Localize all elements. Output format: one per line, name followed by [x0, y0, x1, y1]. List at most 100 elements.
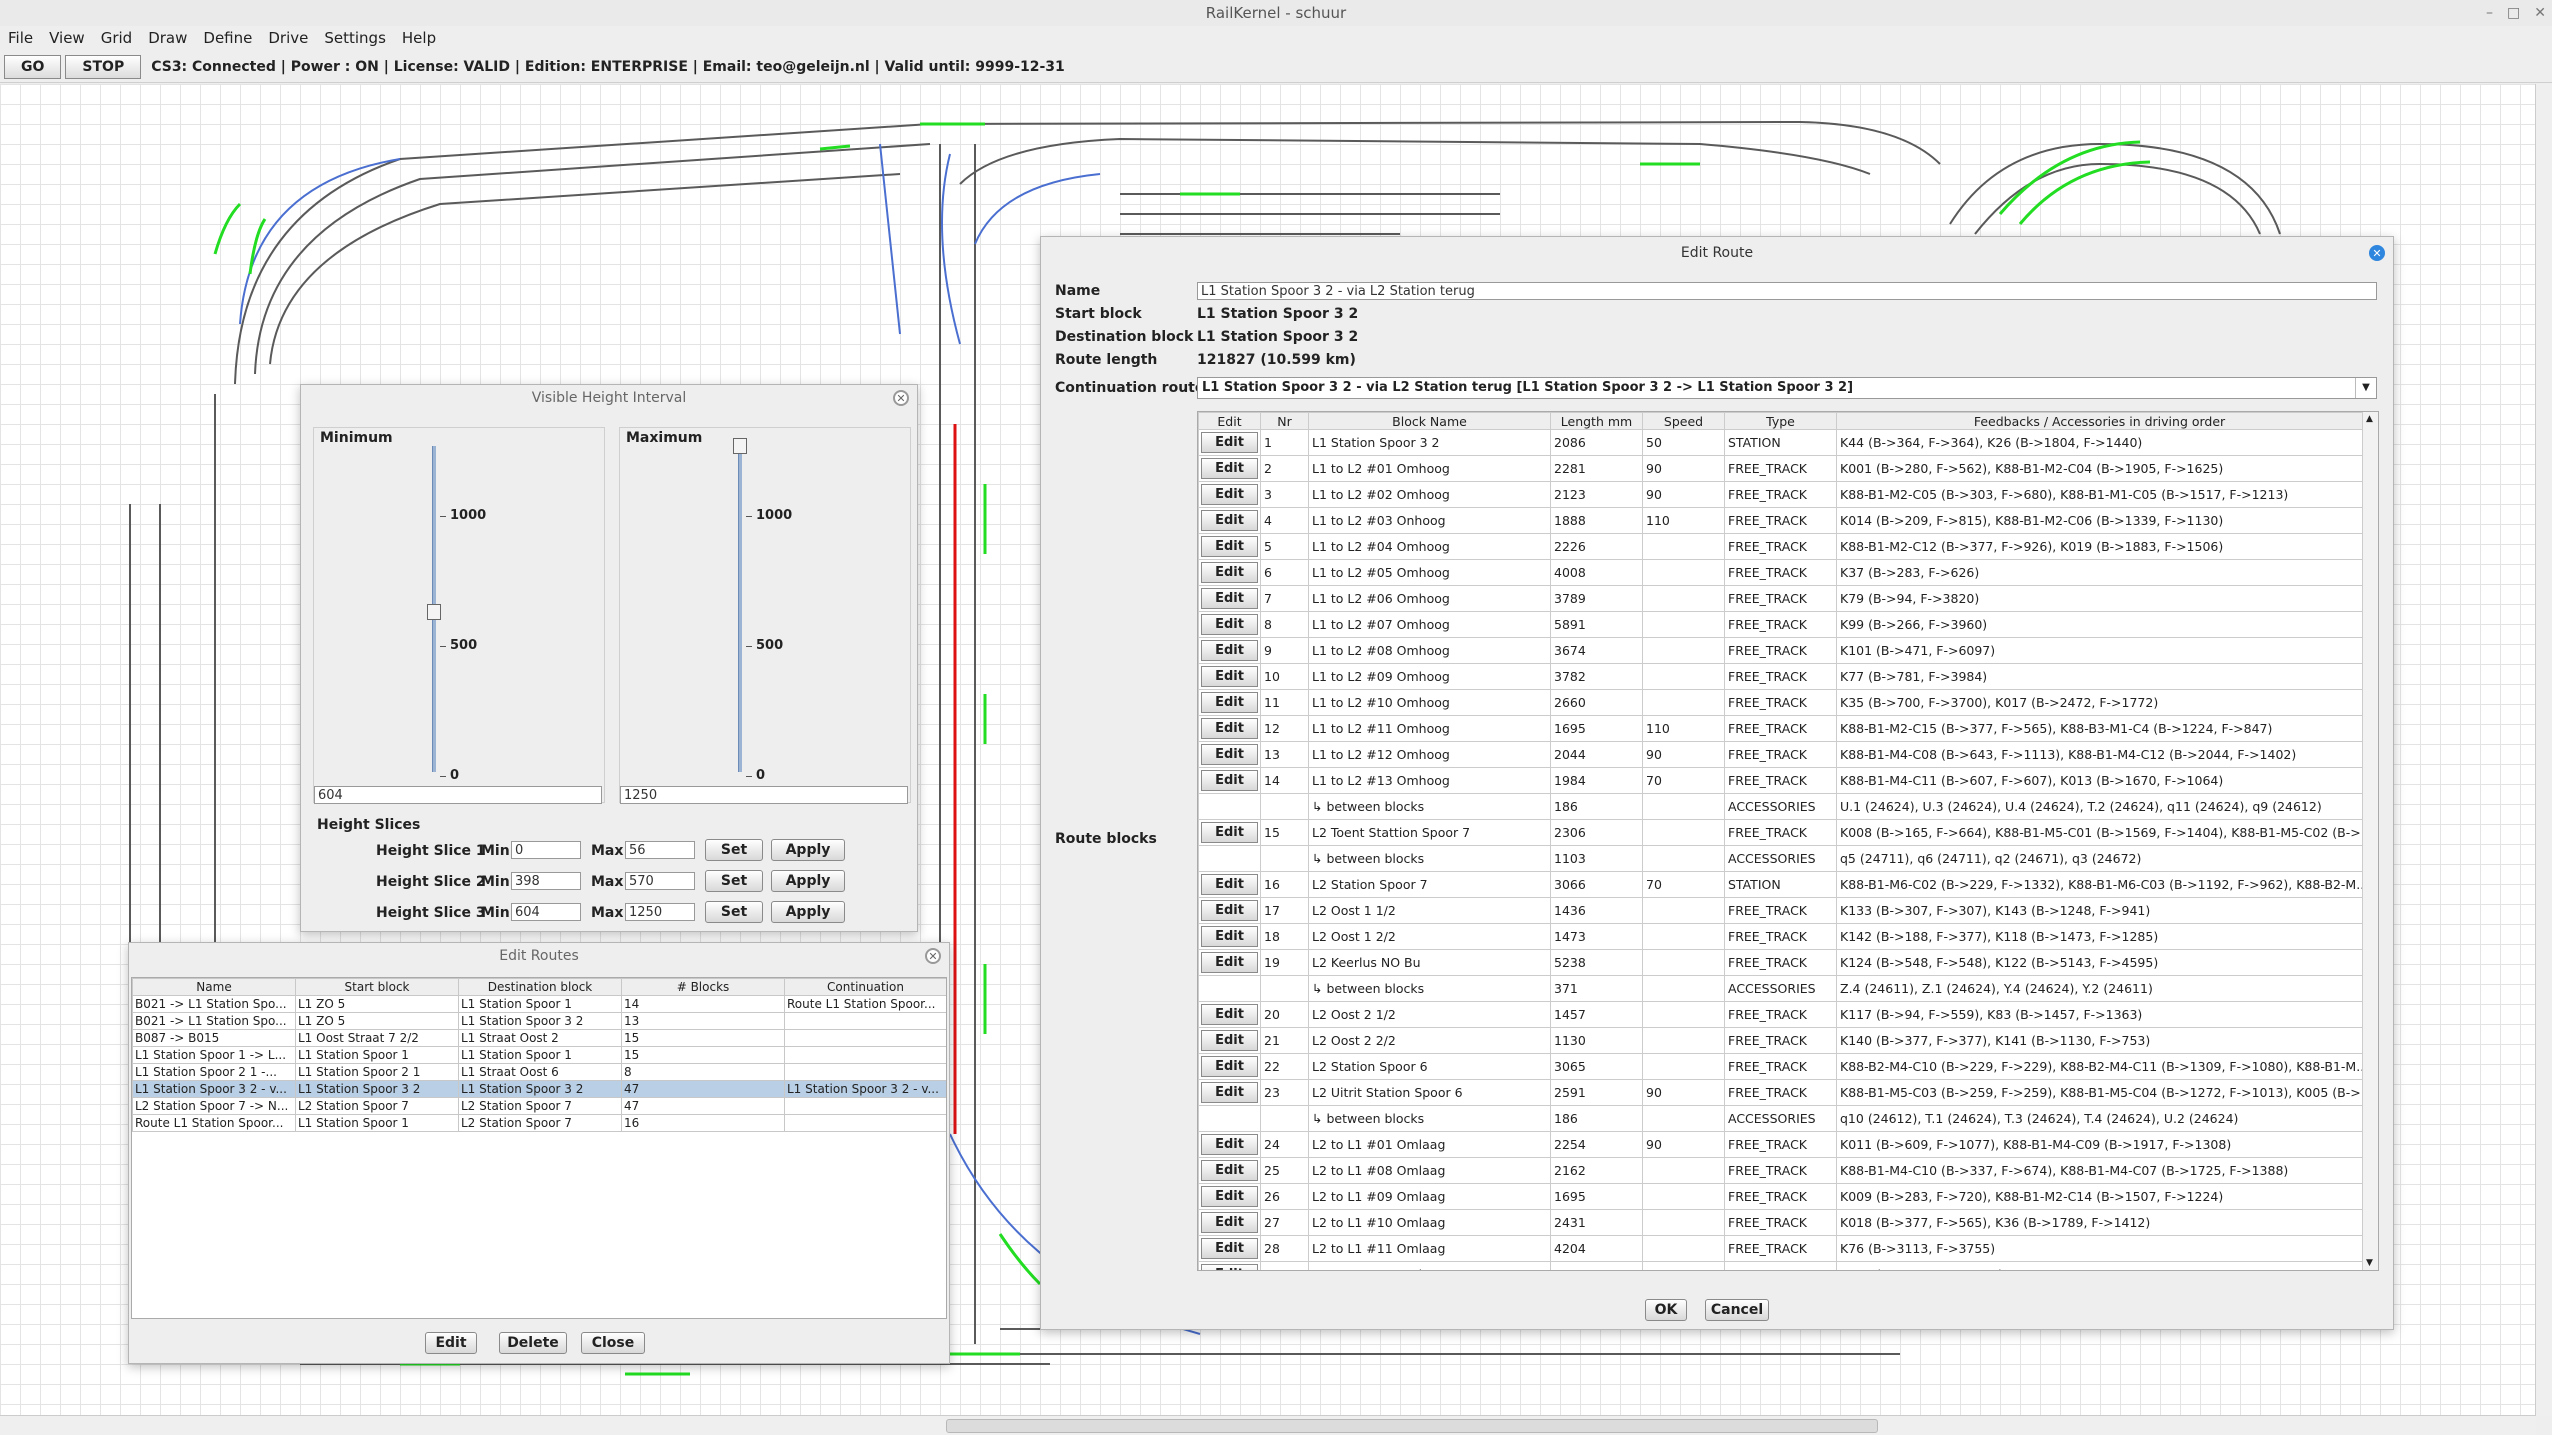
edit-block-button[interactable]: Edit — [1201, 822, 1258, 843]
edit-block-button[interactable]: Edit — [1201, 510, 1258, 531]
maximum-slider-knob[interactable] — [733, 438, 747, 454]
edit-block-button[interactable]: Edit — [1201, 1134, 1258, 1155]
slice-1-apply-button[interactable]: Apply — [771, 839, 845, 861]
horizontal-scrollbar[interactable] — [0, 1415, 2536, 1435]
edit-block-button[interactable]: Edit — [1201, 640, 1258, 661]
edit-block-button[interactable]: Edit — [1201, 744, 1258, 765]
scroll-down-icon[interactable]: ▼ — [2366, 1258, 2373, 1268]
edit-block-button[interactable]: Edit — [1201, 692, 1258, 713]
edit-block-button[interactable]: Edit — [1201, 900, 1258, 921]
menu-file[interactable]: File — [0, 29, 41, 47]
close-window-icon[interactable]: ✕ — [2534, 0, 2546, 26]
ok-button[interactable]: OK — [1645, 1299, 1687, 1321]
column-header-edit[interactable]: Edit — [1198, 412, 1261, 430]
close-icon[interactable]: ✕ — [893, 390, 909, 406]
vertical-scrollbar[interactable] — [2535, 84, 2552, 1416]
edit-route-button[interactable]: Edit — [425, 1332, 477, 1354]
slice-2-max-field[interactable]: 570 — [625, 872, 695, 890]
go-button[interactable]: GO — [4, 55, 62, 79]
edit-block-button[interactable]: Edit — [1201, 614, 1258, 635]
menu-view[interactable]: View — [41, 29, 93, 47]
slice-1-min-field[interactable]: 0 — [511, 841, 581, 859]
edit-block-button[interactable]: Edit — [1201, 952, 1258, 973]
maximum-value-field[interactable]: 1250 — [620, 786, 908, 804]
table-row[interactable]: L1 Station Spoor 3 2 - v... L1 Station Sp… — [132, 1080, 946, 1098]
table-row[interactable]: L1 Station Spoor 1 -> L... L1 Station Spo… — [132, 1046, 946, 1064]
edit-block-button[interactable]: Edit — [1201, 770, 1258, 791]
route-name-input[interactable]: L1 Station Spoor 3 2 - via L2 Station te… — [1197, 282, 2377, 300]
edit-block-button[interactable]: Edit — [1201, 484, 1258, 505]
edit-block-button[interactable]: Edit — [1201, 588, 1258, 609]
edit-block-button[interactable]: Edit — [1201, 1004, 1258, 1025]
slice-3-set-button[interactable]: Set — [705, 901, 763, 923]
continuation-route-select[interactable]: L1 Station Spoor 3 2 - via L2 Station te… — [1197, 377, 2377, 399]
edit-block-button[interactable]: Edit — [1201, 1212, 1258, 1233]
menu-help[interactable]: Help — [394, 29, 444, 47]
slice-3-max-field[interactable]: 1250 — [625, 903, 695, 921]
close-icon[interactable]: ✕ — [2369, 245, 2385, 261]
minimum-slider-knob[interactable] — [427, 604, 441, 621]
table-cell: L1 to L2 #12 Omhoog — [1308, 741, 1551, 768]
slice-2-set-button[interactable]: Set — [705, 870, 763, 892]
edit-block-button[interactable]: Edit — [1201, 562, 1258, 583]
stop-button[interactable]: STOP — [65, 55, 142, 79]
close-routes-button[interactable]: Close — [581, 1332, 645, 1354]
delete-route-button[interactable]: Delete — [499, 1332, 567, 1354]
column-header-type[interactable]: Type — [1724, 412, 1837, 430]
route-blocks-scrollbar[interactable]: ▲ ▼ — [2362, 412, 2378, 1270]
edit-block-button[interactable]: Edit — [1201, 432, 1258, 453]
minimize-icon[interactable]: – — [2486, 0, 2493, 26]
edit-block-button[interactable]: Edit — [1201, 536, 1258, 557]
menu-settings[interactable]: Settings — [316, 29, 394, 47]
column-header-blocks[interactable]: # Blocks — [621, 978, 785, 996]
table-row[interactable]: B087 -> B015 L1 Oost Straat 7 2/2 L1 Straa… — [132, 1029, 946, 1047]
table-row[interactable]: L1 Station Spoor 2 1 -... L1 Station Spoo… — [132, 1063, 946, 1081]
maximize-icon[interactable]: □ — [2507, 0, 2520, 26]
column-header-feedbacks[interactable]: Feedbacks / Accessories in driving order — [1836, 412, 2363, 430]
column-header-destination-block[interactable]: Destination block — [458, 978, 622, 996]
column-header-start-block[interactable]: Start block — [295, 978, 459, 996]
horizontal-scrollbar-thumb[interactable] — [946, 1419, 1878, 1433]
menu-drive[interactable]: Drive — [260, 29, 316, 47]
close-icon[interactable]: ✕ — [925, 948, 941, 964]
table-cell: 90 — [1642, 741, 1725, 768]
edit-block-button[interactable]: Edit — [1201, 1056, 1258, 1077]
column-header-speed[interactable]: Speed — [1642, 412, 1725, 430]
menu-draw[interactable]: Draw — [140, 29, 195, 47]
slice-1-max-field[interactable]: 56 — [625, 841, 695, 859]
edit-block-button[interactable]: Edit — [1201, 458, 1258, 479]
chevron-down-icon[interactable]: ▼ — [2355, 378, 2376, 398]
edit-block-button[interactable]: Edit — [1201, 926, 1258, 947]
edit-block-button[interactable]: Edit — [1201, 1082, 1258, 1103]
table-row[interactable]: L2 Station Spoor 7 -> N... L2 Station Spo… — [132, 1097, 946, 1115]
edit-block-button[interactable]: Edit — [1201, 1238, 1258, 1259]
minimum-value-field[interactable]: 604 — [314, 786, 602, 804]
menu-define[interactable]: Define — [195, 29, 260, 47]
table-row[interactable]: B021 -> L1 Station Spo... L1 ZO 5 L1 Stati… — [132, 995, 946, 1013]
slice-3-apply-button[interactable]: Apply — [771, 901, 845, 923]
edit-block-button[interactable]: Edit — [1201, 718, 1258, 739]
slice-3-min-field[interactable]: 604 — [511, 903, 581, 921]
column-header-block-name[interactable]: Block Name — [1308, 412, 1551, 430]
table-cell — [1642, 923, 1725, 950]
column-header-nr[interactable]: Nr — [1260, 412, 1309, 430]
edit-block-button[interactable]: Edit — [1201, 1160, 1258, 1181]
column-header-name[interactable]: Name — [132, 978, 296, 996]
column-header-continuation[interactable]: Continuation — [784, 978, 946, 996]
scroll-up-icon[interactable]: ▲ — [2366, 414, 2373, 424]
slice-2-min-field[interactable]: 398 — [511, 872, 581, 890]
edit-block-button[interactable]: Edit — [1201, 1264, 1258, 1270]
table-row[interactable]: Route L1 Station Spoor... L1 Station Spoo… — [132, 1114, 946, 1132]
menu-grid[interactable]: Grid — [93, 29, 140, 47]
edit-block-button[interactable]: Edit — [1201, 1030, 1258, 1051]
column-header-length[interactable]: Length mm — [1550, 412, 1643, 430]
table-cell: 4008 — [1550, 559, 1643, 586]
edit-block-button[interactable]: Edit — [1201, 666, 1258, 687]
edit-block-button[interactable]: Edit — [1201, 874, 1258, 895]
maximum-slider-track[interactable] — [738, 446, 742, 772]
table-row[interactable]: B021 -> L1 Station Spo... L1 ZO 5 L1 Stati… — [132, 1012, 946, 1030]
slice-1-set-button[interactable]: Set — [705, 839, 763, 861]
slice-2-apply-button[interactable]: Apply — [771, 870, 845, 892]
edit-block-button[interactable]: Edit — [1201, 1186, 1258, 1207]
cancel-button[interactable]: Cancel — [1705, 1299, 1769, 1321]
